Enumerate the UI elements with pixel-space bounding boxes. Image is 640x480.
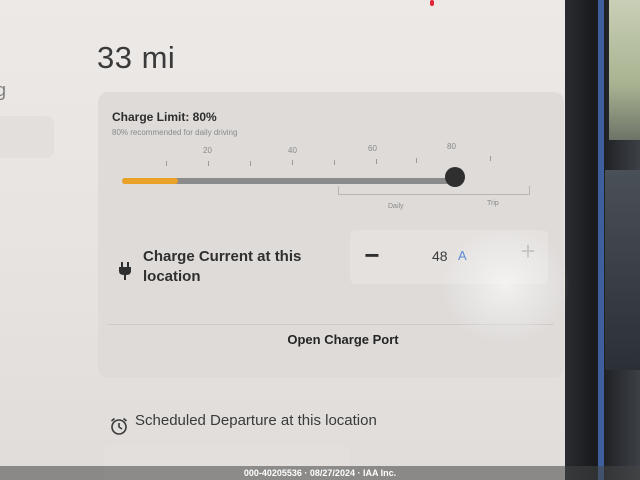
daily-zone-label: Daily	[388, 203, 404, 210]
increase-current-button[interactable]: +	[516, 236, 540, 266]
charge-current-stepper: − 48 A +	[350, 230, 548, 284]
daily-trip-bracket	[338, 186, 530, 195]
scale-tick	[416, 158, 417, 163]
scale-label-80: 80	[447, 142, 456, 151]
trip-zone-label: Trip	[487, 200, 499, 207]
scale-label-40: 40	[288, 146, 297, 155]
offscreen-text-fragment: g	[0, 80, 7, 100]
plug-icon	[118, 262, 132, 285]
background-window	[605, 170, 640, 370]
decrease-current-button[interactable]: −	[360, 240, 384, 270]
alarm-clock-icon	[110, 417, 128, 440]
photo-caption: 000-40205536 · 08/27/2024 · IAA Inc.	[243, 468, 397, 478]
scale-tick	[292, 160, 293, 165]
scale-tick	[334, 160, 335, 165]
open-charge-port-button[interactable]: Open Charge Port	[268, 326, 418, 354]
scale-label-20: 20	[203, 146, 212, 155]
scale-tick	[376, 159, 377, 164]
background-window	[609, 0, 640, 140]
offscreen-card-fragment[interactable]	[0, 116, 54, 158]
charge-limit-title: Charge Limit: 80%	[112, 110, 217, 124]
range-display: 33 mi	[97, 40, 176, 75]
charging-settings-panel: Charge Limit: 80% 80% recommended for da…	[98, 92, 564, 378]
display-bezel	[565, 0, 640, 480]
status-indicator	[430, 0, 434, 6]
scale-label-60: 60	[368, 144, 377, 153]
charge-current-value: 48	[432, 248, 448, 264]
scheduled-departure-label[interactable]: Scheduled Departure at this location	[135, 412, 377, 429]
scale-tick	[490, 156, 491, 161]
charge-limit-slider-handle[interactable]	[445, 167, 465, 187]
scale-tick	[250, 161, 251, 166]
scale-tick	[208, 161, 209, 166]
scale-tick	[166, 161, 167, 166]
charge-current-label: Charge Current at this location	[143, 248, 302, 285]
bezel-edge	[598, 0, 604, 480]
panel-divider	[108, 324, 554, 325]
charge-current-unit: A	[458, 248, 467, 263]
charge-limit-subtitle: 80% recommended for daily driving	[112, 128, 238, 137]
charging-screen: g 33 mi Charge Limit: 80% 80% recommende…	[0, 0, 575, 480]
current-charge-fill	[122, 178, 178, 184]
